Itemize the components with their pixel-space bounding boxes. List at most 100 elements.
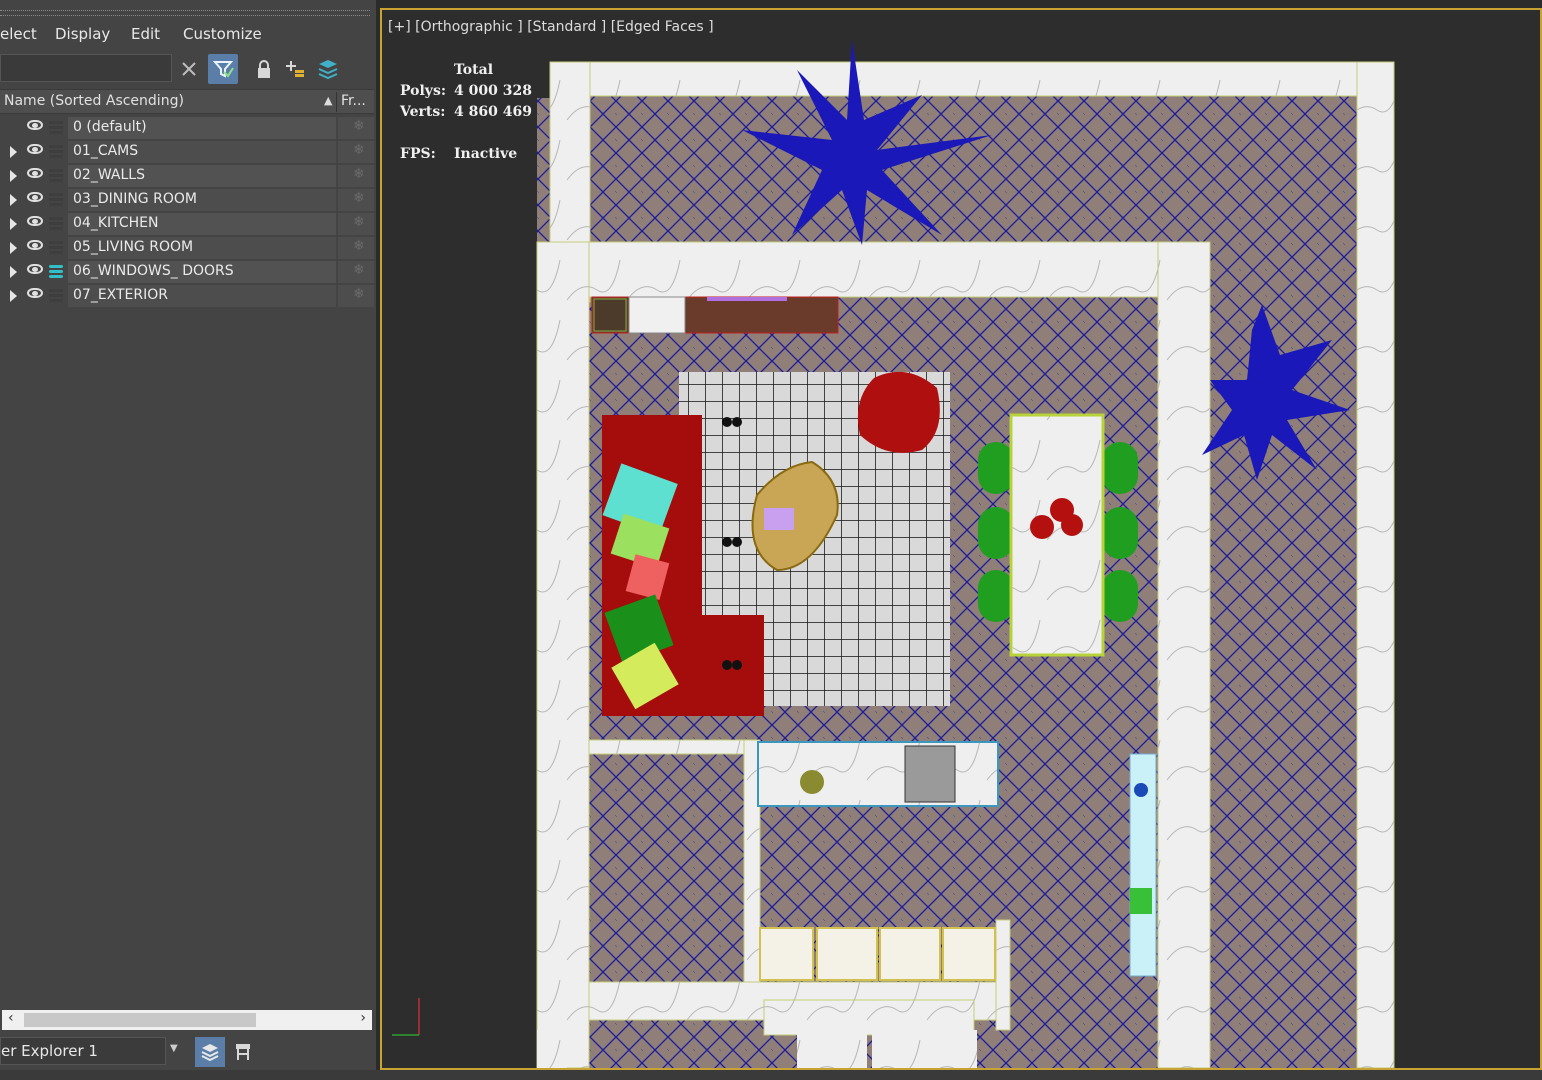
rug-mark: [722, 417, 732, 427]
layer-stack-icon[interactable]: [49, 167, 65, 183]
eye-icon[interactable]: [27, 264, 43, 274]
dining-chair: [978, 442, 1014, 494]
eye-icon[interactable]: [27, 144, 43, 154]
layer-row[interactable]: 03_DINING ROOM ❄: [0, 188, 374, 212]
scrollbar-thumb[interactable]: [24, 1013, 256, 1027]
viewport-label[interactable]: [+] [Orthographic ] [Standard ] [Edged F…: [388, 19, 714, 35]
scroll-left-icon[interactable]: ‹: [8, 1010, 14, 1026]
stats-title: Total: [454, 62, 494, 78]
menu-edit[interactable]: Edit: [131, 25, 160, 43]
polys-value: 4 000 328: [454, 83, 532, 99]
freeze-icon[interactable]: ❄: [353, 262, 365, 278]
layer-name: 04_KITCHEN: [73, 215, 159, 231]
menu-display[interactable]: Display: [55, 25, 110, 43]
freeze-icon[interactable]: ❄: [353, 214, 365, 230]
expand-arrow-icon[interactable]: [10, 266, 17, 278]
rug-mark: [722, 537, 732, 547]
expand-arrow-icon[interactable]: [10, 194, 17, 206]
rug-mark: [722, 660, 732, 670]
layer-stack-icon[interactable]: [49, 287, 65, 303]
layer-stack-icon[interactable]: [49, 143, 65, 159]
column-header: Name (Sorted Ascending) ▲ Fr...: [0, 89, 374, 114]
name-column-header[interactable]: Name (Sorted Ascending): [4, 93, 184, 109]
search-input[interactable]: [0, 54, 172, 82]
chevron-down-icon[interactable]: ▼: [170, 1043, 178, 1054]
layer-row[interactable]: 05_LIVING ROOM ❄: [0, 236, 374, 260]
freeze-icon[interactable]: ❄: [353, 286, 365, 302]
layer-name: 03_DINING ROOM: [73, 191, 197, 207]
scroll-right-icon[interactable]: ›: [360, 1010, 366, 1026]
eye-icon[interactable]: [27, 192, 43, 202]
shelf-decor: [1134, 783, 1148, 797]
cooktop: [904, 745, 956, 803]
layer-stack-icon[interactable]: [49, 119, 65, 135]
layer-row[interactable]: 01_CAMS ❄: [0, 140, 374, 164]
explorer-selector[interactable]: er Explorer 1: [0, 1037, 166, 1065]
wall-inner-right: [1157, 241, 1211, 1068]
frozen-column-header[interactable]: Fr...: [341, 93, 366, 109]
layer-stack-icon[interactable]: [49, 239, 65, 255]
rug-mark: [732, 660, 742, 670]
layer-name: 07_EXTERIOR: [73, 287, 169, 303]
cushion: [764, 508, 794, 530]
add-layer-icon[interactable]: [280, 54, 310, 84]
layers-icon[interactable]: [313, 54, 343, 84]
wall-door-jamb: [797, 1030, 867, 1068]
layer-row[interactable]: 0 (default) ❄: [0, 116, 374, 140]
eye-icon[interactable]: [27, 216, 43, 226]
layer-stack-icon[interactable]: [49, 191, 65, 207]
freeze-icon[interactable]: ❄: [353, 190, 365, 206]
expand-arrow-icon[interactable]: [10, 146, 17, 158]
layer-stack-icon[interactable]: [49, 215, 65, 231]
menu-customize[interactable]: Customize: [183, 25, 262, 43]
layer-row-active[interactable]: 06_WINDOWS_ DOORS ❄: [0, 260, 374, 284]
eye-icon[interactable]: [27, 288, 43, 298]
filter-icon[interactable]: [208, 54, 238, 84]
expand-arrow-icon[interactable]: [10, 242, 17, 254]
wall-mid-horizontal: [536, 241, 1210, 298]
freeze-icon[interactable]: ❄: [353, 142, 365, 158]
orthographic-viewport[interactable]: [+] [Orthographic ] [Standard ] [Edged F…: [380, 8, 1542, 1070]
shelf-plant: [1130, 888, 1152, 914]
sort-ascending-icon: ▲: [324, 94, 333, 107]
expand-arrow-icon[interactable]: [10, 290, 17, 302]
layer-explorer-mode-button[interactable]: [195, 1037, 225, 1067]
freeze-icon[interactable]: ❄: [353, 118, 365, 134]
layer-row[interactable]: 04_KITCHEN ❄: [0, 212, 374, 236]
freeze-icon[interactable]: ❄: [353, 166, 365, 182]
wall-bottom-step: [763, 999, 975, 1036]
expand-arrow-icon[interactable]: [10, 218, 17, 230]
scene-explorer-panel: elect Display Edit Customize Name (Sorte…: [0, 0, 376, 1080]
column-divider[interactable]: [336, 92, 337, 112]
explorer-menubar: elect Display Edit Customize: [0, 18, 376, 50]
vanity-unit: [816, 927, 878, 981]
eye-icon[interactable]: [27, 240, 43, 250]
active-layer-stack-icon[interactable]: [49, 263, 65, 279]
kitchen-sink: [628, 296, 686, 334]
wall-door-jamb: [872, 1030, 977, 1068]
expand-arrow-icon[interactable]: [10, 170, 17, 182]
hierarchy-mode-button[interactable]: [228, 1037, 258, 1067]
layer-name: 0 (default): [73, 119, 147, 135]
wall-left: [536, 241, 590, 1068]
wall-corner: [537, 1030, 567, 1068]
menu-select[interactable]: elect: [0, 25, 37, 43]
layer-name: 05_LIVING ROOM: [73, 239, 194, 255]
rug-mark: [732, 417, 742, 427]
armchair: [857, 371, 940, 453]
dining-chair: [1102, 570, 1138, 622]
close-icon[interactable]: [174, 54, 204, 84]
lock-icon[interactable]: [249, 54, 279, 84]
layer-row[interactable]: 07_EXTERIOR ❄: [0, 284, 374, 308]
eye-icon[interactable]: [27, 168, 43, 178]
polys-label: Polys:: [400, 83, 446, 99]
dining-chair: [1102, 507, 1138, 559]
horizontal-scrollbar[interactable]: ‹ ›: [2, 1010, 372, 1030]
panel-grip[interactable]: [0, 10, 370, 16]
vanity-unit: [879, 927, 941, 981]
freeze-icon[interactable]: ❄: [353, 238, 365, 254]
eye-icon[interactable]: [27, 120, 43, 130]
verts-label: Verts:: [400, 104, 446, 120]
layer-row[interactable]: 02_WALLS ❄: [0, 164, 374, 188]
kitchen-cabinet: [593, 298, 627, 332]
